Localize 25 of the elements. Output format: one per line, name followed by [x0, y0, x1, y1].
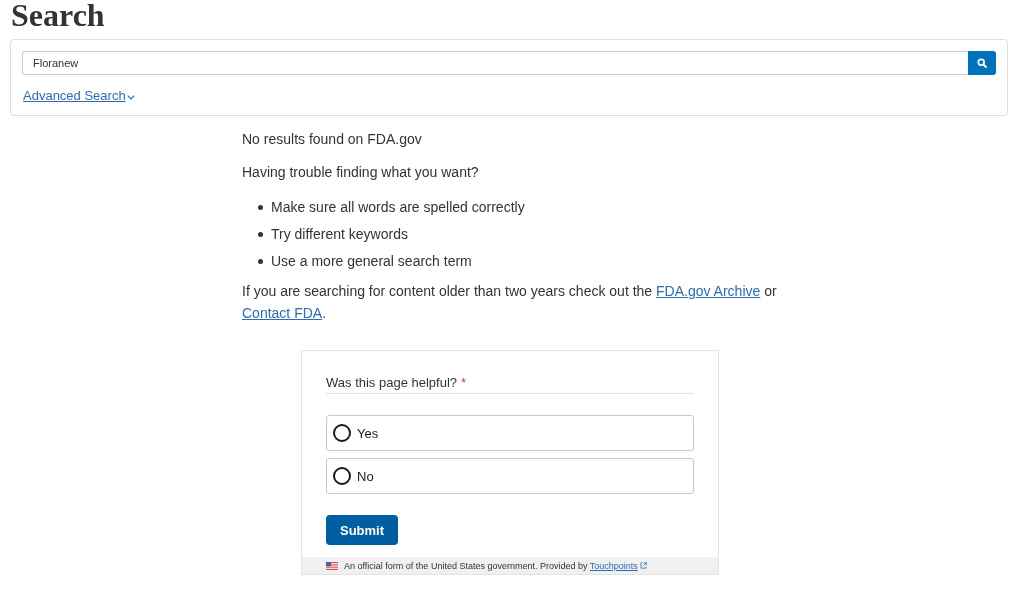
official-form-notice: An official form of the United States government. Provided by Touchpoints [344, 559, 647, 572]
advanced-search-link[interactable]: Advanced Search [23, 88, 135, 104]
no-results-message: No results found on FDA.gov [242, 130, 422, 149]
search-button[interactable] [968, 51, 996, 75]
tip-text: Make sure all words are spelled correctly [271, 198, 525, 217]
page-title: Search [11, 0, 105, 30]
submit-button[interactable]: Submit [326, 515, 398, 545]
flag-icon [326, 561, 338, 570]
archive-link[interactable]: FDA.gov Archive [656, 283, 761, 299]
radio-option[interactable]: Yes [326, 415, 694, 451]
search-field[interactable]: Floranew [22, 51, 968, 75]
question-label: Was this page helpful? [326, 374, 458, 392]
external-link-icon [639, 561, 647, 569]
help-heading: Having trouble finding what you want? [242, 163, 479, 182]
tip-text: Try different keywords [271, 225, 408, 244]
bullet-icon [258, 258, 263, 264]
touchpoints-link[interactable]: Touchpoints [589, 560, 647, 571]
bullet-icon [258, 231, 263, 237]
archive-note: If you are searching for content older than two years check out the FDA.gov Archive or Contact FDA. [242, 282, 778, 323]
search-icon [977, 58, 987, 68]
radio-option[interactable]: No [326, 458, 694, 494]
required-marker: * [461, 374, 467, 392]
bullet-icon [258, 204, 263, 210]
chevron-down-icon [126, 94, 135, 100]
tip-text: Use a more general search term [271, 252, 472, 271]
